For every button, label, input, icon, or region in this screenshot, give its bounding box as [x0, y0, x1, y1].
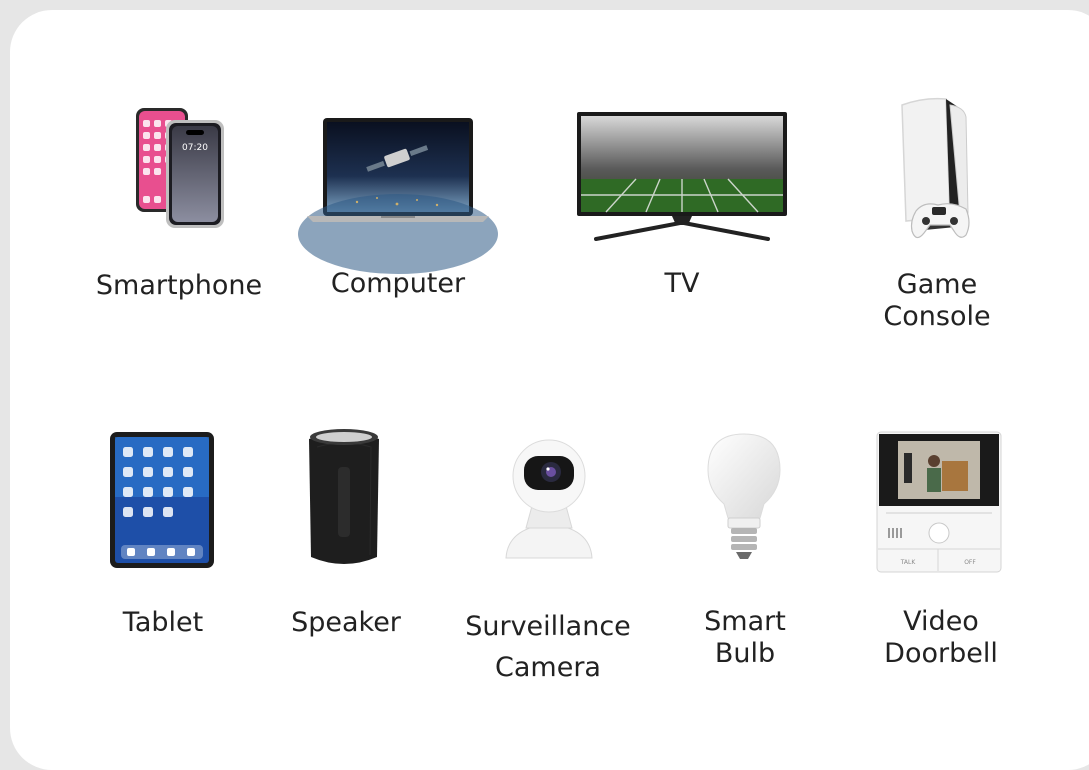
smart-bulb-image	[704, 432, 784, 562]
game-console-icon	[901, 97, 970, 239]
surveillance-camera-label-line1: Surveillance	[465, 611, 631, 642]
video-doorbell-icon: TALK OFF	[876, 431, 1002, 573]
smartphone-image: 07:20	[134, 106, 226, 230]
phone-clock-text: 07:20	[182, 143, 208, 153]
video-doorbell-label-line1: Video	[903, 606, 979, 637]
surveillance-camera-label-line2: Camera	[495, 652, 601, 683]
video-doorbell-label: Video Doorbell	[884, 606, 998, 670]
smartphone-label: Smartphone	[95, 270, 263, 301]
laptop-icon	[298, 118, 498, 274]
smart-bulb-label-line1: Smart	[704, 606, 786, 637]
game-console-image	[894, 97, 974, 249]
game-console-label: Game Console	[883, 269, 990, 333]
smart-bulb-label: Smart Bulb	[704, 606, 786, 670]
video-doorbell-image: TALK OFF	[876, 431, 1002, 573]
tv-icon	[577, 112, 787, 241]
speaker-icon	[309, 429, 379, 564]
tablet-image	[109, 431, 215, 569]
surveillance-camera-image	[504, 436, 594, 560]
computer-image	[298, 116, 498, 274]
tablet-icon	[110, 432, 214, 568]
tv-image	[576, 111, 788, 243]
surveillance-camera-label: Surveillance Camera	[465, 606, 631, 688]
game-console-label-line1: Game	[896, 269, 978, 300]
tablet-label: Tablet	[122, 607, 204, 638]
computer-label: Computer	[330, 268, 466, 299]
doorbell-off-button-text: OFF	[964, 559, 976, 566]
tv-label: TV	[664, 268, 700, 299]
smart-bulb-icon	[707, 433, 781, 559]
speaker-label: Speaker	[291, 607, 401, 638]
game-console-label-line2: Console	[883, 301, 991, 332]
smart-bulb-label-line2: Bulb	[714, 638, 776, 669]
smartphone-icon: 07:20	[136, 108, 224, 228]
surveillance-camera-icon	[505, 439, 593, 559]
doorbell-talk-button-text: TALK	[900, 559, 917, 566]
video-doorbell-label-line2: Doorbell	[884, 638, 998, 669]
speaker-image	[305, 427, 383, 569]
